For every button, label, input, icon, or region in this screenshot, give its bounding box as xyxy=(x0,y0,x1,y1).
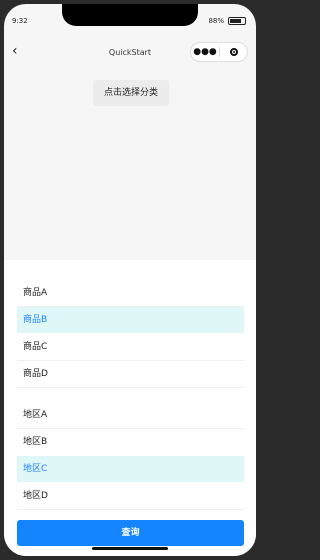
status-time: 9:32 xyxy=(12,17,28,25)
nav-bar: ‹ QuickStart ●●● xyxy=(4,40,256,64)
divider xyxy=(17,387,244,388)
region-option[interactable]: 地区B xyxy=(17,429,244,455)
phone-screen: 9:32 88% ‹ QuickStart ●●● 点击选择分类 商品A 商品B… xyxy=(4,4,256,556)
home-indicator xyxy=(92,547,168,550)
product-option[interactable]: 商品A xyxy=(17,280,244,306)
select-category-button[interactable]: 点击选择分类 xyxy=(93,80,169,106)
divider xyxy=(17,509,244,510)
target-circle-icon[interactable] xyxy=(220,48,247,56)
region-option[interactable]: 地区C xyxy=(17,456,244,482)
battery-level: 88% xyxy=(208,17,224,25)
picker-panel: 商品A 商品B 商品C 商品D 地区A 地区B 地区C 地区D 查询 xyxy=(4,260,256,556)
status-right: 88% xyxy=(208,17,246,25)
mini-program-capsule: ●●● xyxy=(190,42,248,62)
product-option[interactable]: 商品B xyxy=(17,307,244,333)
status-bar: 9:32 88% xyxy=(4,14,256,28)
product-option[interactable]: 商品C xyxy=(17,334,244,360)
more-dots-icon[interactable]: ●●● xyxy=(191,43,219,61)
query-button[interactable]: 查询 xyxy=(17,520,244,546)
region-option[interactable]: 地区D xyxy=(17,483,244,509)
battery-icon xyxy=(228,17,246,25)
product-option[interactable]: 商品D xyxy=(17,361,244,387)
region-option[interactable]: 地区A xyxy=(17,402,244,428)
